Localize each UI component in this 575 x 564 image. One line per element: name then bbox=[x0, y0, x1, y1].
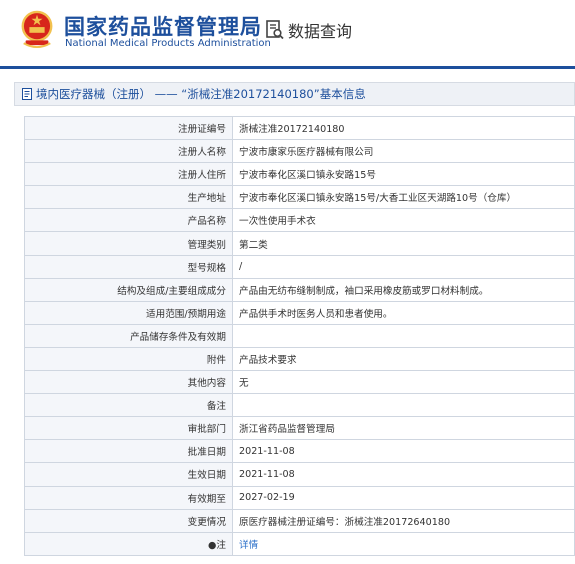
row-value: 一次性使用手术衣 bbox=[232, 208, 575, 233]
row-label: ●注 bbox=[24, 531, 233, 556]
site-header: 国家药品监督管理局 National Medical Products Admi… bbox=[0, 0, 575, 69]
row-label: 其他内容 bbox=[24, 370, 233, 395]
row-value: 无 bbox=[232, 370, 575, 395]
table-row: 产品储存条件及有效期 bbox=[24, 323, 575, 348]
row-value: 宁波市奉化区溪口镇永安路15号/大香工业区天湖路10号（仓库） bbox=[232, 185, 575, 210]
row-label: 变更情况 bbox=[24, 508, 233, 533]
national-emblem-icon bbox=[21, 10, 53, 48]
table-row: 产品名称 一次性使用手术衣 bbox=[24, 208, 575, 233]
row-value: 浙江省药品监督管理局 bbox=[232, 416, 575, 441]
table-row: 结构及组成/主要组成成分 产品由无纺布缝制制成，袖口采用橡皮筋或罗口材料制成。 bbox=[24, 277, 575, 302]
table-row: 附件 产品技术要求 bbox=[24, 346, 575, 372]
row-value: 产品技术要求 bbox=[232, 346, 575, 372]
row-value: 2027-02-19 bbox=[232, 485, 575, 510]
row-value: 原医疗器械注册证编号：浙械注准20172640180 bbox=[232, 508, 575, 533]
header-divider bbox=[0, 66, 575, 69]
table-row: 有效期至 2027-02-19 bbox=[24, 485, 575, 510]
row-value: 产品供手术时医务人员和患者使用。 bbox=[232, 300, 575, 325]
org-name-en: National Medical Products Administration bbox=[65, 38, 271, 49]
row-value-cell: 详情 bbox=[232, 531, 575, 556]
row-label: 附件 bbox=[24, 346, 233, 372]
table-row: 生效日期 2021-11-08 bbox=[24, 462, 575, 487]
row-value: 浙械注准20172140180 bbox=[232, 115, 575, 141]
table-row: 管理类别 第二类 bbox=[24, 231, 575, 256]
row-label: 生效日期 bbox=[24, 462, 233, 487]
row-label: 适用范围/预期用途 bbox=[24, 300, 233, 325]
row-value bbox=[232, 393, 575, 418]
table-row: 变更情况 原医疗器械注册证编号：浙械注准20172640180 bbox=[24, 508, 575, 533]
row-label: 产品名称 bbox=[24, 208, 233, 233]
table-row: 其他内容 无 bbox=[24, 370, 575, 395]
section-titlebar: 境内医疗器械（注册） —— “浙械注准20172140180”基本信息 bbox=[14, 82, 575, 106]
table-row: 生产地址 宁波市奉化区溪口镇永安路15号/大香工业区天湖路10号（仓库） bbox=[24, 185, 575, 210]
row-label: 注册人名称 bbox=[24, 139, 233, 164]
row-value: 宁波市奉化区溪口镇永安路15号 bbox=[232, 162, 575, 187]
row-label: 有效期至 bbox=[24, 485, 233, 510]
row-label: 审批部门 bbox=[24, 416, 233, 441]
data-query-label: 数据查询 bbox=[288, 22, 353, 41]
section-title: 境内医疗器械（注册） —— “浙械注准20172140180”基本信息 bbox=[36, 87, 366, 101]
document-search-icon bbox=[266, 20, 284, 40]
table-row: 注册证编号 浙械注准20172140180 bbox=[24, 115, 575, 141]
row-label: 注册人住所 bbox=[24, 162, 233, 187]
row-label: 备注 bbox=[24, 393, 233, 418]
row-value: 2021-11-08 bbox=[232, 462, 575, 487]
org-name-cn: 国家药品监督管理局 bbox=[64, 15, 262, 39]
details-link[interactable]: 详情 bbox=[239, 540, 258, 551]
row-value: 2021-11-08 bbox=[232, 439, 575, 464]
table-row: 型号规格 / bbox=[24, 254, 575, 279]
table-row: 批准日期 2021-11-08 bbox=[24, 439, 575, 464]
row-label: 型号规格 bbox=[24, 254, 233, 279]
row-label: 生产地址 bbox=[24, 185, 233, 210]
row-label: 产品储存条件及有效期 bbox=[24, 323, 233, 348]
row-value: 宁波市康家乐医疗器械有限公司 bbox=[232, 139, 575, 164]
table-row: 审批部门 浙江省药品监督管理局 bbox=[24, 416, 575, 441]
device-info-table: 注册证编号 浙械注准20172140180 注册人名称 宁波市康家乐医疗器械有限… bbox=[24, 115, 575, 556]
document-icon bbox=[22, 88, 32, 100]
row-value: 产品由无纺布缝制制成，袖口采用橡皮筋或罗口材料制成。 bbox=[232, 277, 575, 302]
row-label: 批准日期 bbox=[24, 439, 233, 464]
row-label: 注册证编号 bbox=[24, 115, 233, 141]
table-row: ●注 详情 bbox=[24, 531, 575, 556]
row-label: 管理类别 bbox=[24, 231, 233, 256]
table-row: 注册人住所 宁波市奉化区溪口镇永安路15号 bbox=[24, 162, 575, 187]
table-row: 备注 bbox=[24, 393, 575, 418]
data-query-link[interactable]: 数据查询 bbox=[266, 18, 352, 42]
table-row: 适用范围/预期用途 产品供手术时医务人员和患者使用。 bbox=[24, 300, 575, 325]
row-value: / bbox=[232, 254, 575, 279]
row-value bbox=[232, 323, 575, 348]
row-value: 第二类 bbox=[232, 231, 575, 256]
row-label: 结构及组成/主要组成成分 bbox=[24, 277, 233, 302]
table-row: 注册人名称 宁波市康家乐医疗器械有限公司 bbox=[24, 139, 575, 164]
